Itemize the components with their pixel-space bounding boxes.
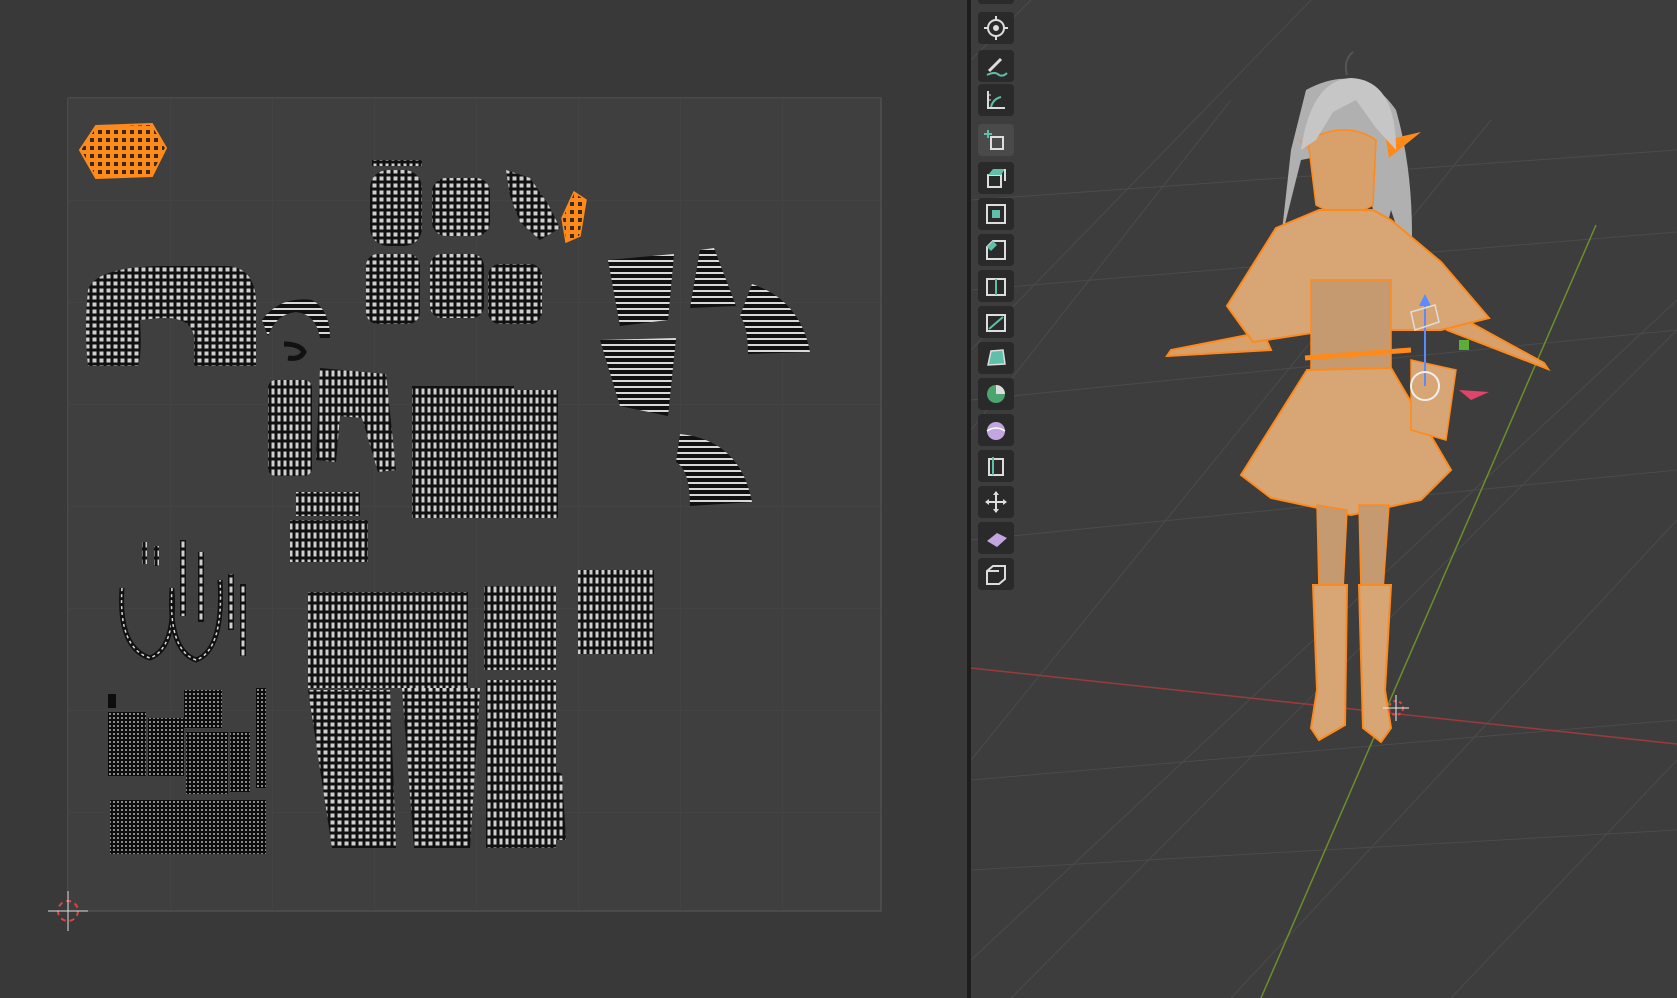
extrude-region-icon[interactable] [978,162,1014,194]
cursor-icon[interactable] [978,12,1014,44]
poly-build-icon[interactable] [978,342,1014,374]
spin-icon[interactable] [978,378,1014,410]
shear-icon[interactable] [978,522,1014,554]
shrink-fatten-icon[interactable] [978,486,1014,518]
measure-icon[interactable] [978,84,1014,116]
character-model[interactable] [1165,51,1551,744]
edge-slide-icon[interactable] [978,450,1014,482]
viewport-canvas[interactable] [971,0,1677,998]
tool-partial-top[interactable] [978,0,1014,4]
smooth-icon[interactable] [978,414,1014,446]
3d-viewport[interactable] [971,0,1677,998]
add-cube-icon[interactable] [978,124,1014,156]
uv-editor-panel[interactable] [0,0,967,998]
viewport-toolbar [978,0,1016,590]
bevel-icon[interactable] [978,234,1014,266]
rip-region-icon[interactable] [978,558,1014,590]
uv-island-selected[interactable] [78,122,168,180]
knife-icon[interactable] [978,306,1014,338]
loop-cut-icon[interactable] [978,270,1014,302]
uv-editor-canvas[interactable] [0,0,967,998]
annotate-icon[interactable] [978,50,1014,82]
inset-faces-icon[interactable] [978,198,1014,230]
